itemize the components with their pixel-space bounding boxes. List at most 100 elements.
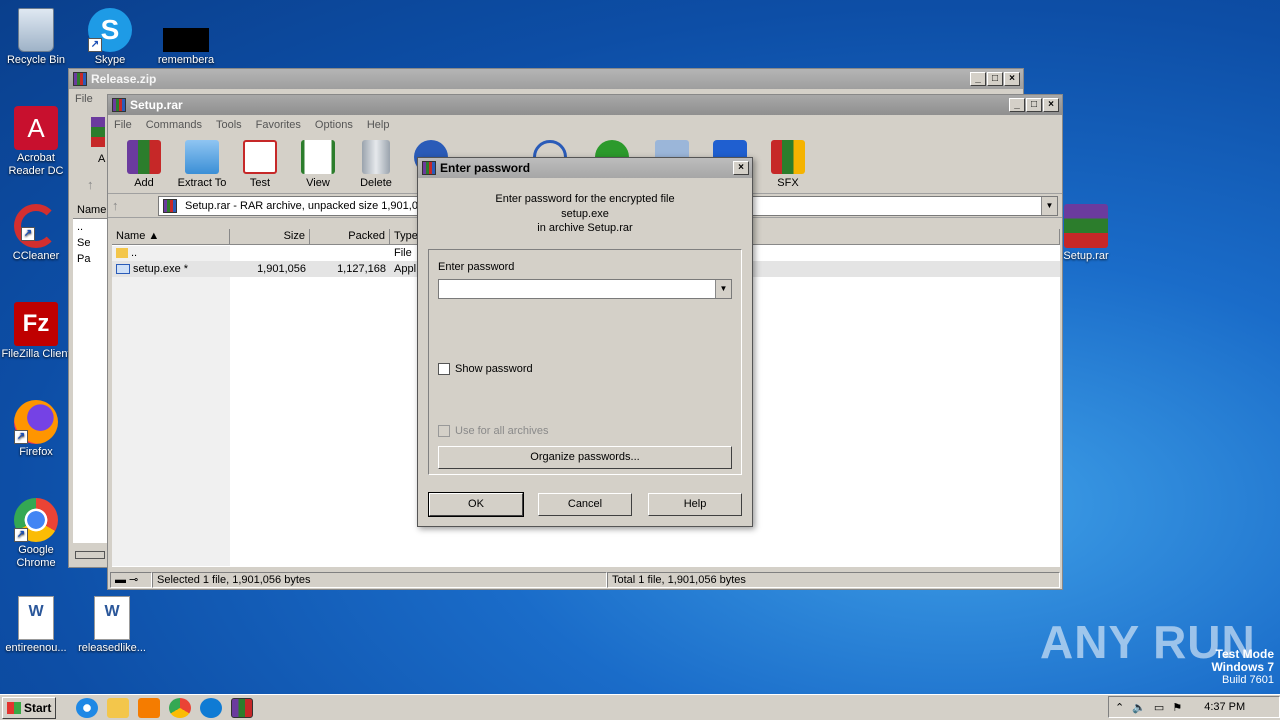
back-filelist: Name .. Se Pa [73, 203, 111, 543]
menu-file[interactable]: File [75, 93, 93, 105]
row-name-text: setup.exe * [133, 263, 189, 275]
view-button[interactable]: View [290, 134, 346, 193]
close-button[interactable]: × [733, 161, 749, 175]
list-item[interactable]: Se [73, 235, 111, 251]
drive-icon[interactable]: ▬ ⊸ [110, 572, 152, 588]
row-type: Appl [394, 263, 417, 275]
testmode-build: Build 7601 [1222, 674, 1274, 686]
dialog-titlebar[interactable]: Enter password × [418, 158, 752, 178]
word-doc-icon: W [18, 596, 54, 640]
list-item[interactable]: Pa [73, 251, 111, 267]
flag-icon[interactable]: ⚑ [1172, 701, 1182, 714]
start-button[interactable]: Start [2, 696, 57, 719]
folder-extract-icon [185, 140, 219, 174]
show-password-checkbox[interactable]: Show password [438, 363, 533, 376]
desktop-icon-ccleaner[interactable]: ↗ CCleaner [0, 204, 72, 263]
filezilla-icon: Fz [14, 302, 58, 346]
menu-commands[interactable]: Commands [146, 119, 202, 131]
desktop-icon-word-doc-2[interactable]: W releasedlike... [76, 596, 148, 655]
shortcut-arrow-icon: ↗ [14, 528, 28, 542]
setup-rar-menubar: File Commands Tools Favorites Options He… [108, 115, 1062, 134]
help-button[interactable]: Help [648, 493, 742, 516]
ie-icon[interactable] [76, 697, 99, 718]
winrar-taskbar-icon[interactable] [231, 697, 254, 718]
tool-label: Delete [360, 177, 392, 189]
trash-icon [362, 140, 390, 174]
minimize-button[interactable]: _ [1009, 98, 1025, 112]
desktop-icon-skype[interactable]: S ↗ Skype [74, 8, 146, 67]
tool-label: Extract To [177, 177, 227, 189]
password-input[interactable]: ▼ [438, 279, 732, 299]
enter-password-dialog[interactable]: Enter password × Enter password for the … [417, 157, 753, 527]
add-button[interactable]: Add [116, 134, 172, 193]
testmode-line: Windows 7 [1211, 660, 1274, 674]
chevron-down-icon[interactable]: ▼ [715, 280, 731, 298]
row-packed: 1,127,168 [337, 263, 386, 275]
taskbar: Start ⌃ 🔈 ▭ ⚑ 4:37 PM [0, 694, 1280, 720]
sfx-button[interactable]: SFX [760, 134, 816, 193]
row-name: .. [77, 221, 84, 233]
shortcut-arrow-icon: ↗ [21, 227, 35, 241]
chevron-down-icon[interactable]: ▼ [1041, 196, 1057, 215]
tray-up-arrow-icon[interactable]: ⌃ [1115, 701, 1124, 714]
tool-label: Add [134, 177, 154, 189]
cancel-button[interactable]: Cancel [538, 493, 632, 516]
skype-icon: S ↗ [88, 8, 132, 52]
desktop-icon-label: remembera [157, 54, 215, 66]
chrome-icon[interactable] [169, 697, 192, 718]
col-packed[interactable]: Packed [310, 229, 390, 244]
password-field-label: Enter password [438, 261, 515, 273]
test-button[interactable]: Test [232, 134, 288, 193]
desktop-icon-label: Google Chrome [16, 544, 56, 569]
delete-button[interactable]: Delete [348, 134, 404, 193]
close-button[interactable]: × [1043, 98, 1059, 112]
address-text: Setup.rar - RAR archive, unpacked size 1… [185, 199, 425, 212]
close-button[interactable]: × [1004, 72, 1020, 86]
col-size[interactable]: Size [230, 229, 310, 244]
menu-tools[interactable]: Tools [216, 119, 242, 131]
status-selected: Selected 1 file, 1,901,056 bytes [152, 572, 607, 588]
ok-button[interactable]: OK [428, 492, 524, 517]
desktop-icon-firefox[interactable]: ↗ Firefox [0, 400, 72, 459]
checkbox-box[interactable] [438, 363, 450, 376]
dialog-message: Enter password for the encrypted file se… [418, 192, 752, 236]
checkbox-box [438, 425, 450, 438]
organize-passwords-button[interactable]: Organize passwords... [438, 446, 732, 469]
desktop-icon-chrome[interactable]: ↗ Google Chrome [0, 498, 72, 570]
word-doc-icon: W [94, 596, 130, 640]
menu-favorites[interactable]: Favorites [256, 119, 301, 131]
minimize-button[interactable]: _ [970, 72, 986, 86]
maximize-button[interactable]: □ [987, 72, 1003, 86]
message-archive: in archive Setup.rar [537, 222, 633, 234]
extract-to-button[interactable]: Extract To [174, 134, 230, 193]
explorer-icon[interactable] [107, 697, 130, 718]
menu-options[interactable]: Options [315, 119, 353, 131]
desktop-icon-filezilla[interactable]: Fz FileZilla Client [0, 302, 72, 361]
back-up-arrow-icon[interactable]: ↑ [87, 177, 94, 192]
up-arrow-icon[interactable]: ↑ [112, 198, 152, 213]
desktop-icon-remembera[interactable]: remembera [150, 8, 222, 67]
desktop-icon-acrobat[interactable]: A Acrobat Reader DC [0, 106, 72, 178]
edge-icon[interactable] [200, 697, 223, 718]
volume-icon[interactable]: 🔈 [1132, 701, 1146, 714]
desktop-icon-recycle-bin[interactable]: Recycle Bin [0, 8, 72, 67]
list-item[interactable]: .. [73, 219, 111, 235]
network-icon[interactable]: ▭ [1154, 701, 1164, 714]
row-name: Se [77, 237, 91, 249]
clock[interactable]: 4:37 PM [1204, 701, 1245, 713]
desktop-icon-word-doc-1[interactable]: W entireenou... [0, 596, 72, 655]
desktop-icon-label: Firefox [19, 446, 53, 458]
password-group: Enter password ▼ Show password Use for a… [428, 249, 742, 475]
col-name[interactable]: Name ▲ [112, 229, 230, 244]
system-tray: ⌃ 🔈 ▭ ⚑ 4:37 PM [1108, 696, 1280, 718]
col-name[interactable]: Name [73, 203, 111, 218]
status-total: Total 1 file, 1,901,056 bytes [607, 572, 1060, 588]
chrome-icon: ↗ [14, 498, 58, 542]
menu-help[interactable]: Help [367, 119, 390, 131]
release-zip-titlebar[interactable]: Release.zip _ □ × [69, 69, 1023, 89]
menu-file[interactable]: File [114, 119, 132, 131]
setup-rar-titlebar[interactable]: Setup.rar _ □ × [108, 95, 1062, 115]
media-player-icon[interactable] [138, 697, 161, 718]
maximize-button[interactable]: □ [1026, 98, 1042, 112]
message-line: Enter password for the encrypted file [495, 193, 675, 205]
